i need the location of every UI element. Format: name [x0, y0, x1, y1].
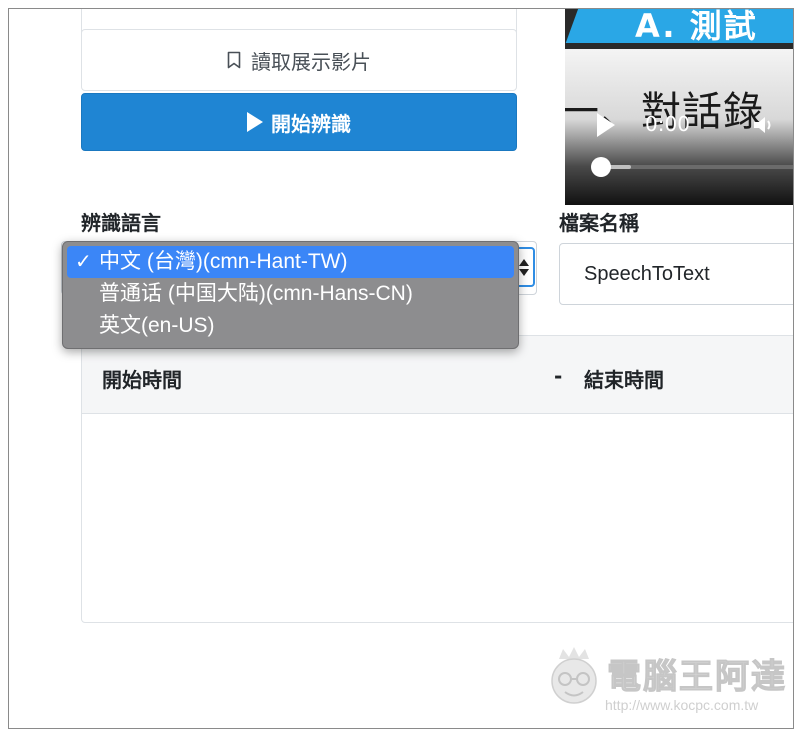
load-demo-video-label: 讀取展示影片 [251, 49, 371, 74]
chevron-down-icon [519, 268, 529, 276]
file-name-label: 檔案名稱 [559, 211, 639, 235]
language-option-en-us[interactable]: 英文(en-US) [63, 310, 518, 342]
results-table: 開始時間 - 結束時間 [81, 335, 793, 623]
file-name-input[interactable]: SpeechToText [559, 243, 793, 305]
mascot-logo [551, 647, 597, 704]
time-separator: - [554, 364, 563, 388]
checkmark-icon: ✓ [75, 251, 92, 273]
watermark-url: http://www.kocpc.com.tw [605, 697, 759, 713]
chevron-up-icon [519, 258, 529, 266]
watermark-title: 電腦王阿達 [607, 657, 787, 698]
watermark: 電腦王阿達 http://www.kocpc.com.tw [539, 641, 789, 721]
load-demo-video-button[interactable]: 讀取展示影片 [81, 29, 517, 91]
start-time-header: 開始時間 [102, 368, 182, 392]
language-option-cmn-hant-tw[interactable]: ✓ 中文 (台灣)(cmn-Hant-TW) [67, 246, 514, 278]
video-progress-thumb[interactable] [591, 157, 611, 177]
language-option-label: 普通话 (中国大陆)(cmn-Hans-CN) [99, 282, 413, 305]
start-recognition-button[interactable]: 開始辨識 [81, 93, 517, 151]
end-time-header: 結束時間 [584, 368, 664, 392]
file-name-value: SpeechToText [584, 262, 710, 285]
video-player[interactable]: A. 測試 一、對話錄 0:00 [565, 9, 793, 205]
video-play-icon[interactable] [597, 113, 615, 137]
language-option-cmn-hans-cn[interactable]: 普通话 (中国大陆)(cmn-Hans-CN) [63, 278, 518, 310]
language-label: 辨識語言 [81, 211, 161, 235]
language-option-label: 英文(en-US) [99, 314, 215, 337]
video-banner-text: A. 測試 [635, 9, 758, 45]
page-frame: 讀取展示影片 開始辨識 A. 測試 一、對話錄 0:00 辨識語言 檔案名稱 S… [8, 8, 794, 729]
volume-icon[interactable] [751, 113, 775, 137]
bookmark-icon [227, 51, 241, 69]
start-recognition-label: 開始辨識 [271, 111, 351, 136]
play-icon [247, 112, 263, 132]
language-option-label: 中文 (台灣)(cmn-Hant-TW) [99, 250, 348, 273]
language-dropdown-menu: ✓ 中文 (台灣)(cmn-Hant-TW) 普通话 (中国大陆)(cmn-Ha… [62, 241, 519, 349]
video-time: 0:00 [645, 112, 690, 136]
